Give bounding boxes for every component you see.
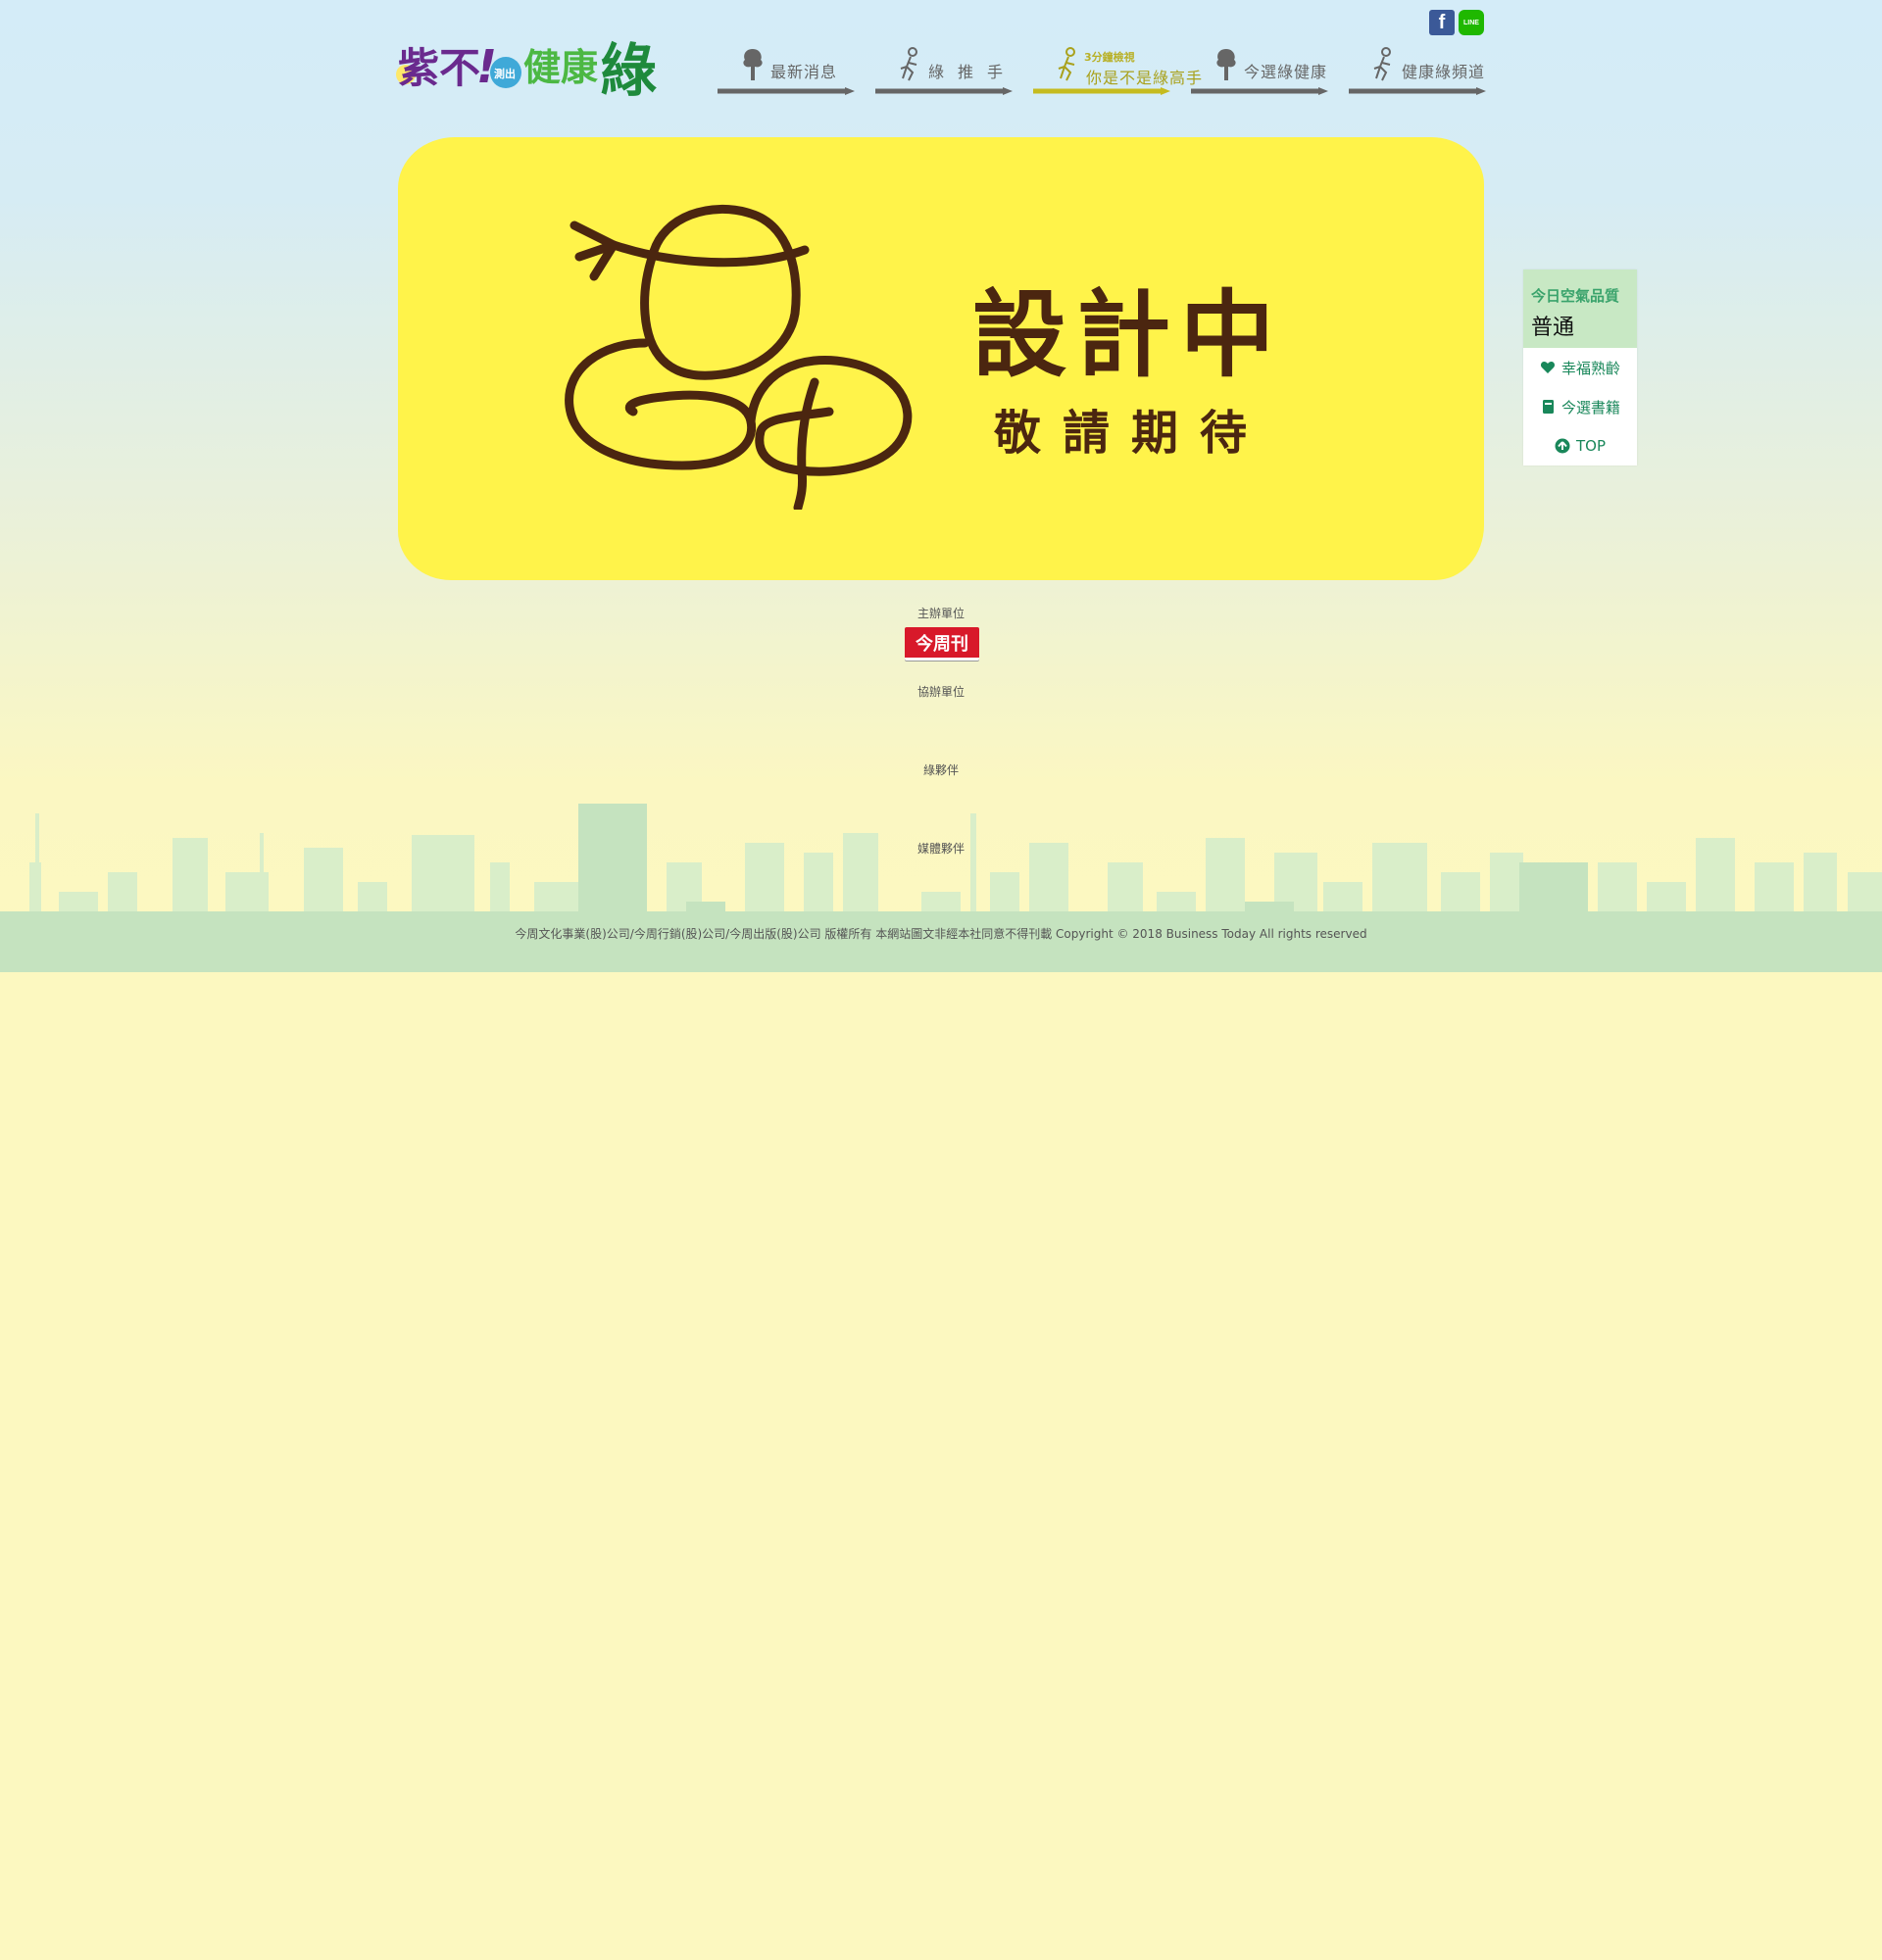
nav-item-green-expert-quiz[interactable]: 3分鐘檢視 你是不是綠高手 (1031, 43, 1202, 102)
nav-label: 健康綠頻道 (1402, 63, 1486, 81)
organizer-section: 主辦單位 (0, 605, 1882, 622)
main-nav: 最新消息 綠推手 3分鐘檢視 你是不是綠高手 今選綠健康 健康綠頻道 (716, 43, 1488, 102)
side-panel: 今日空氣品質 普通 幸福熟齡 今選書籍 TOP (1523, 270, 1637, 466)
air-quality-widget: 今日空氣品質 普通 (1523, 270, 1637, 348)
site-logo[interactable]: 紫不 ! 測出 健康 綠 (394, 25, 669, 100)
facebook-icon[interactable]: f (1429, 10, 1455, 35)
nav-underline (875, 87, 1013, 95)
media-partner-label: 媒體夥伴 (916, 842, 965, 856)
nav-underline (1033, 87, 1170, 95)
nav-label: 今選綠健康 (1244, 63, 1328, 81)
nav-underline (1191, 87, 1328, 95)
partner-section: 綠夥伴 (0, 761, 1882, 779)
book-icon (1542, 400, 1554, 414)
nav-label: 你是不是綠高手 (1086, 69, 1204, 87)
link-happy-seniors[interactable]: 幸福熟齡 (1523, 348, 1637, 387)
nav-sublabel: 3分鐘檢視 (1084, 51, 1135, 64)
link-selected-books[interactable]: 今選書籍 (1523, 387, 1637, 426)
link-label: 今選書籍 (1560, 398, 1620, 416)
runner-icon (900, 47, 917, 81)
banner-title: 設計中 (972, 280, 1284, 390)
co-organizer-section: 協辦單位 (0, 683, 1882, 701)
nav-item-health-channel[interactable]: 健康綠頻道 (1347, 43, 1488, 102)
nav-underline (718, 87, 855, 95)
co-organizer-label: 協辦單位 (916, 685, 965, 699)
arrow-up-icon (1555, 438, 1570, 454)
svg-text:測出: 測出 (494, 67, 516, 80)
link-label: 幸福熟齡 (1560, 359, 1620, 377)
back-to-top-button[interactable]: TOP (1523, 426, 1637, 466)
tree-icon (1216, 49, 1236, 80)
runner-icon (1058, 47, 1075, 81)
link-label: TOP (1575, 437, 1606, 455)
air-quality-value: 普通 (1531, 316, 1575, 340)
svg-text:健康: 健康 (523, 46, 598, 89)
svg-text:綠: 綠 (600, 37, 657, 100)
nav-label: 綠推手 (928, 63, 1017, 81)
runner-icon (1373, 47, 1391, 81)
tree-icon (743, 49, 763, 80)
nav-item-green-promoters[interactable]: 綠推手 (873, 43, 1015, 102)
banner-subtitle: 敬請期待 (994, 406, 1269, 461)
line-icon[interactable]: LINE (1459, 10, 1484, 35)
air-quality-label: 今日空氣品質 (1531, 287, 1620, 305)
copyright-text: 今周文化事業(股)公司/今周行銷(股)公司/今周出版(股)公司 版權所有 本網站… (515, 927, 1367, 941)
business-today-logo[interactable]: 今周刊 (905, 627, 979, 661)
nav-item-green-health[interactable]: 今選綠健康 (1189, 43, 1330, 102)
partner-label: 綠夥伴 (922, 763, 959, 777)
media-partner-section: 媒體夥伴 (0, 840, 1882, 858)
under-construction-banner: 設計中 敬請期待 (398, 137, 1484, 580)
nav-label: 最新消息 (770, 63, 838, 81)
city-skyline-illustration (0, 804, 1882, 972)
heart-icon (1540, 362, 1556, 373)
sleeping-character-illustration (565, 204, 913, 510)
nav-underline (1349, 87, 1486, 95)
organizer-label: 主辦單位 (916, 607, 965, 620)
nav-item-latest-news[interactable]: 最新消息 (716, 43, 857, 102)
svg-text:紫不: 紫不 (398, 44, 480, 92)
social-links: f LINE (1429, 10, 1484, 35)
